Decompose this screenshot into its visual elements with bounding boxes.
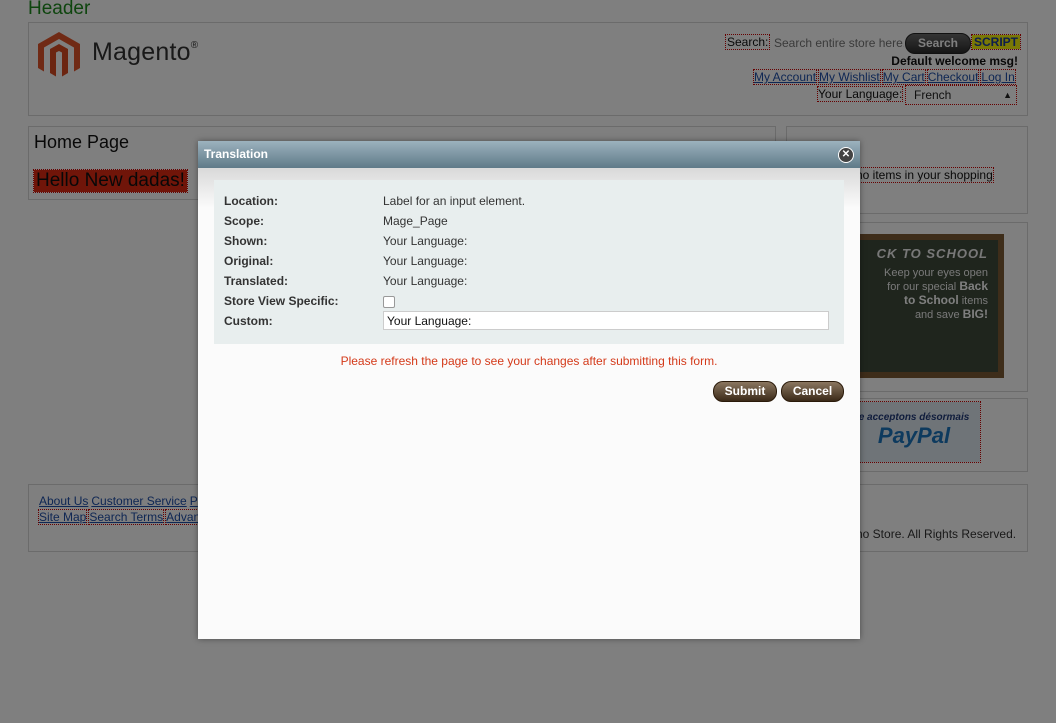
- shown-value: Your Language:: [383, 234, 468, 248]
- original-label: Original:: [224, 254, 274, 268]
- location-value: Label for an input element.: [383, 194, 526, 208]
- original-value: Your Language:: [383, 254, 468, 268]
- translated-value: Your Language:: [383, 274, 468, 288]
- dialog-title: Translation: [204, 147, 269, 161]
- close-icon[interactable]: ✕: [838, 147, 854, 163]
- translation-dialog: Translation ✕ Location: Label for an inp…: [198, 141, 860, 639]
- location-label: Location:: [224, 194, 278, 208]
- cancel-button[interactable]: Cancel: [781, 381, 844, 402]
- scope-value: Mage_Page: [383, 214, 448, 228]
- custom-label: Custom:: [224, 314, 273, 328]
- translated-label: Translated:: [224, 274, 289, 288]
- custom-translation-input[interactable]: [383, 311, 829, 330]
- shown-label: Shown:: [224, 234, 268, 248]
- store-view-label: Store View Specific:: [224, 294, 339, 308]
- dialog-header: Translation ✕: [198, 141, 860, 168]
- store-view-checkbox[interactable]: [383, 296, 395, 308]
- translation-form: Location: Label for an input element. Sc…: [214, 180, 844, 344]
- scope-label: Scope:: [224, 214, 265, 228]
- submit-button[interactable]: Submit: [713, 381, 777, 402]
- refresh-notice: Please refresh the page to see your chan…: [340, 354, 718, 368]
